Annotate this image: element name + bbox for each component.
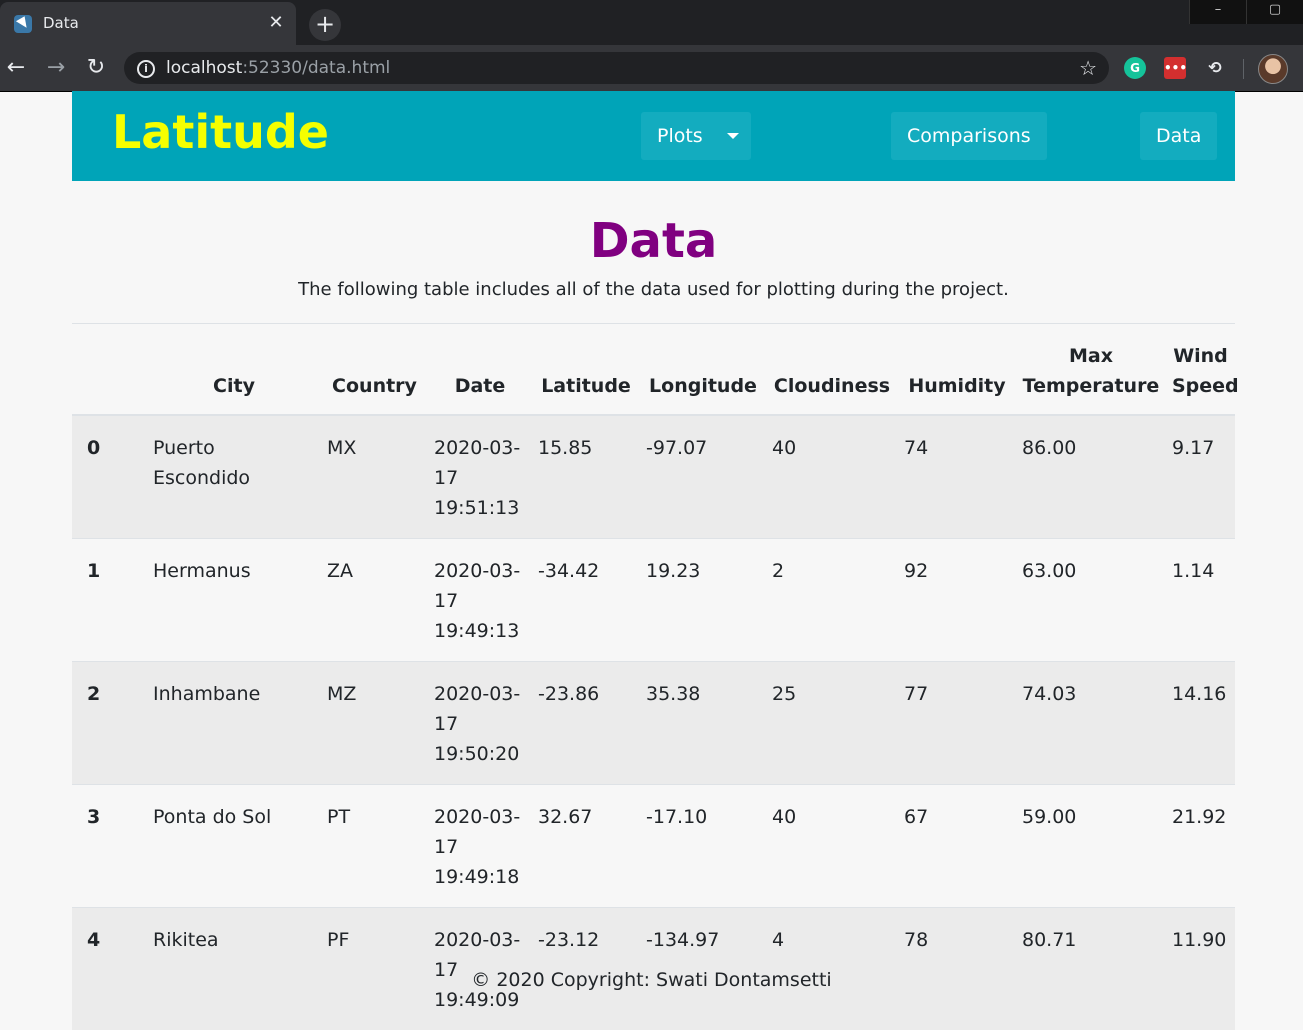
cell-humidity: 67 (898, 785, 1016, 908)
tab-title: Data (43, 14, 79, 32)
column-header: Country (321, 324, 428, 415)
cell-city: Hermanus (147, 539, 321, 662)
cell-country: ZA (321, 539, 428, 662)
cell-wind-speed: 9.17 (1166, 415, 1235, 539)
browser-toolbar: ← → ↻ i localhost:52330/data.html ☆ G ••… (0, 45, 1303, 92)
cell-city: Inhambane (147, 662, 321, 785)
cell-country: MZ (321, 662, 428, 785)
cell-max-temperature: 59.00 (1016, 785, 1166, 908)
cell-wind-speed: 14.16 (1166, 662, 1235, 785)
extension-icon[interactable]: ⟲ (1204, 57, 1226, 79)
cell-cloudiness: 25 (766, 662, 898, 785)
column-header: City (147, 324, 321, 415)
cell-date: 2020-03-17 19:51:13 (428, 415, 532, 539)
toolbar-divider (1243, 59, 1244, 79)
cell-country: PT (321, 785, 428, 908)
column-header: Date (428, 324, 532, 415)
browser-tabstrip: Data ✕ + – ▢ (0, 0, 1303, 45)
table-row: 1 Hermanus ZA 2020-03-17 19:49:13 -34.42… (72, 539, 1235, 662)
nav-plots-label: Plots (657, 125, 703, 147)
cell-latitude: 32.67 (532, 785, 640, 908)
cell-cloudiness: 40 (766, 785, 898, 908)
favicon-icon (14, 15, 32, 33)
column-header: Humidity (898, 324, 1016, 415)
bookmark-star-icon[interactable]: ☆ (1079, 56, 1097, 80)
cell-cloudiness: 40 (766, 415, 898, 539)
nav-comparisons[interactable]: Comparisons (891, 112, 1047, 160)
cell-wind-speed: 1.14 (1166, 539, 1235, 662)
url-text[interactable]: localhost:52330/data.html (166, 58, 390, 78)
lastpass-extension-icon[interactable]: ••• (1164, 57, 1186, 79)
cell-humidity: 92 (898, 539, 1016, 662)
column-header: Wind Speed (1166, 324, 1235, 415)
column-header: Cloudiness (766, 324, 898, 415)
page-description: The following table includes all of the … (72, 279, 1235, 300)
back-icon[interactable]: ← (2, 54, 30, 82)
data-table: City Country Date Latitude Longitude Clo… (72, 324, 1235, 1030)
cell-longitude: 35.38 (640, 662, 766, 785)
cell-latitude: -23.86 (532, 662, 640, 785)
close-tab-icon[interactable]: ✕ (264, 11, 288, 35)
column-header: Max Temperature (1016, 324, 1166, 415)
cell-latitude: 15.85 (532, 415, 640, 539)
cell-date: 2020-03-17 19:49:18 (428, 785, 532, 908)
cell-date: 2020-03-17 19:49:13 (428, 539, 532, 662)
cell-humidity: 74 (898, 415, 1016, 539)
row-index: 3 (72, 785, 147, 908)
nav-plots-dropdown[interactable]: Plots (641, 112, 751, 160)
row-index: 2 (72, 662, 147, 785)
cell-longitude: 19.23 (640, 539, 766, 662)
column-header: Longitude (640, 324, 766, 415)
cell-longitude: -97.07 (640, 415, 766, 539)
site-info-icon[interactable]: i (137, 60, 155, 78)
site-navbar: Latitude Plots Comparisons Data (72, 91, 1235, 181)
table-header-row: City Country Date Latitude Longitude Clo… (72, 324, 1235, 415)
maximize-window-button[interactable]: ▢ (1246, 0, 1303, 24)
cell-date: 2020-03-17 19:50:20 (428, 662, 532, 785)
reload-icon[interactable]: ↻ (82, 54, 110, 82)
table-row: 0 Puerto Escondido MX 2020-03-17 19:51:1… (72, 415, 1235, 539)
cell-longitude: -17.10 (640, 785, 766, 908)
page-footer: © 2020 Copyright: Swati Dontamsetti (0, 969, 1303, 991)
cell-cloudiness: 2 (766, 539, 898, 662)
window-controls: – ▢ (1189, 0, 1303, 24)
grammarly-extension-icon[interactable]: G (1124, 57, 1146, 79)
minimize-window-button[interactable]: – (1189, 0, 1246, 24)
table-row: 2 Inhambane MZ 2020-03-17 19:50:20 -23.8… (72, 662, 1235, 785)
forward-icon[interactable]: → (42, 54, 70, 82)
row-index: 1 (72, 539, 147, 662)
site-brand[interactable]: Latitude (112, 105, 329, 159)
page-title: Data (72, 213, 1235, 269)
nav-data[interactable]: Data (1140, 112, 1217, 160)
cell-latitude: -34.42 (532, 539, 640, 662)
cell-city: Puerto Escondido (147, 415, 321, 539)
new-tab-button[interactable]: + (309, 9, 341, 41)
cell-max-temperature: 63.00 (1016, 539, 1166, 662)
cell-wind-speed: 21.92 (1166, 785, 1235, 908)
address-bar[interactable]: i localhost:52330/data.html ☆ (124, 52, 1109, 84)
column-header (72, 324, 147, 415)
cell-max-temperature: 74.03 (1016, 662, 1166, 785)
column-header: Latitude (532, 324, 640, 415)
cell-country: MX (321, 415, 428, 539)
table-row: 3 Ponta do Sol PT 2020-03-17 19:49:18 32… (72, 785, 1235, 908)
caret-down-icon (727, 133, 739, 139)
page-container: Latitude Plots Comparisons Data Data The… (72, 91, 1235, 1030)
cell-humidity: 77 (898, 662, 1016, 785)
cell-max-temperature: 86.00 (1016, 415, 1166, 539)
browser-tab[interactable]: Data ✕ (0, 2, 296, 45)
row-index: 0 (72, 415, 147, 539)
cell-city: Ponta do Sol (147, 785, 321, 908)
profile-avatar[interactable] (1258, 54, 1288, 84)
